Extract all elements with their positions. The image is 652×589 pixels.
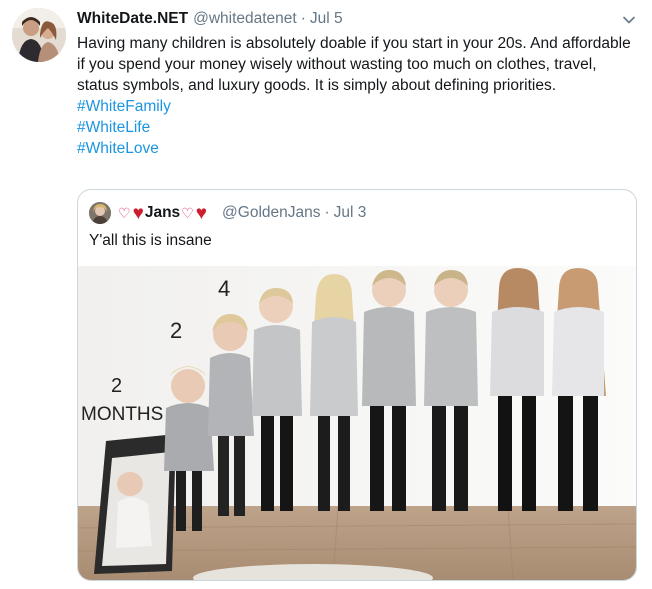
wall-label-months: MONTHS <box>81 404 163 425</box>
handle[interactable]: @whitedatenet <box>193 10 297 28</box>
quoted-name: Jans <box>144 204 181 221</box>
tweet[interactable]: WhiteDate.NET @whitedatenet · Jul 5 Havi… <box>0 0 652 589</box>
quoted-avatar <box>89 202 111 224</box>
hashtag-white-family[interactable]: #WhiteFamily <box>77 96 637 117</box>
quoted-tweet-header: ♡ ♥ Jans ♡ ♥ @GoldenJans · Jul 3 <box>89 202 366 224</box>
display-name[interactable]: WhiteDate.NET <box>77 10 188 28</box>
outline-heart-icon: ♡ <box>181 204 194 221</box>
quoted-date[interactable]: Jul 3 <box>334 204 367 222</box>
red-heart-icon: ♥ <box>132 202 144 224</box>
outline-heart-icon: ♡ <box>118 204 131 221</box>
wall-label-2-months-number: 2 <box>111 375 122 397</box>
red-heart-icon: ♥ <box>195 202 208 224</box>
family-photo[interactable]: 4 2 2 MONTHS <box>78 266 636 580</box>
tweet-header: WhiteDate.NET @whitedatenet · Jul 5 <box>77 10 343 30</box>
quoted-tweet[interactable]: ♡ ♥ Jans ♡ ♥ @GoldenJans · Jul 3 Y'all t… <box>77 189 637 581</box>
quoted-text: Y'all this is insane <box>89 232 212 249</box>
quoted-handle[interactable]: @GoldenJans <box>222 204 320 222</box>
chevron-down-icon[interactable] <box>620 11 638 29</box>
wall-label-2: 2 <box>170 318 182 343</box>
avatar[interactable] <box>12 8 66 62</box>
tweet-text: Having many children is absolutely doabl… <box>77 35 631 94</box>
tweet-date[interactable]: Jul 5 <box>310 10 343 28</box>
wall-label-4: 4 <box>218 276 230 301</box>
hashtag-white-life[interactable]: #WhiteLife <box>77 117 637 138</box>
hashtag-white-love[interactable]: #WhiteLove <box>77 138 637 159</box>
separator-dot: · <box>300 10 306 27</box>
tweet-body: Having many children is absolutely doabl… <box>77 33 637 159</box>
quoted-display-name[interactable]: ♡ ♥ Jans ♡ ♥ <box>117 204 208 223</box>
separator-dot: · <box>324 204 330 221</box>
